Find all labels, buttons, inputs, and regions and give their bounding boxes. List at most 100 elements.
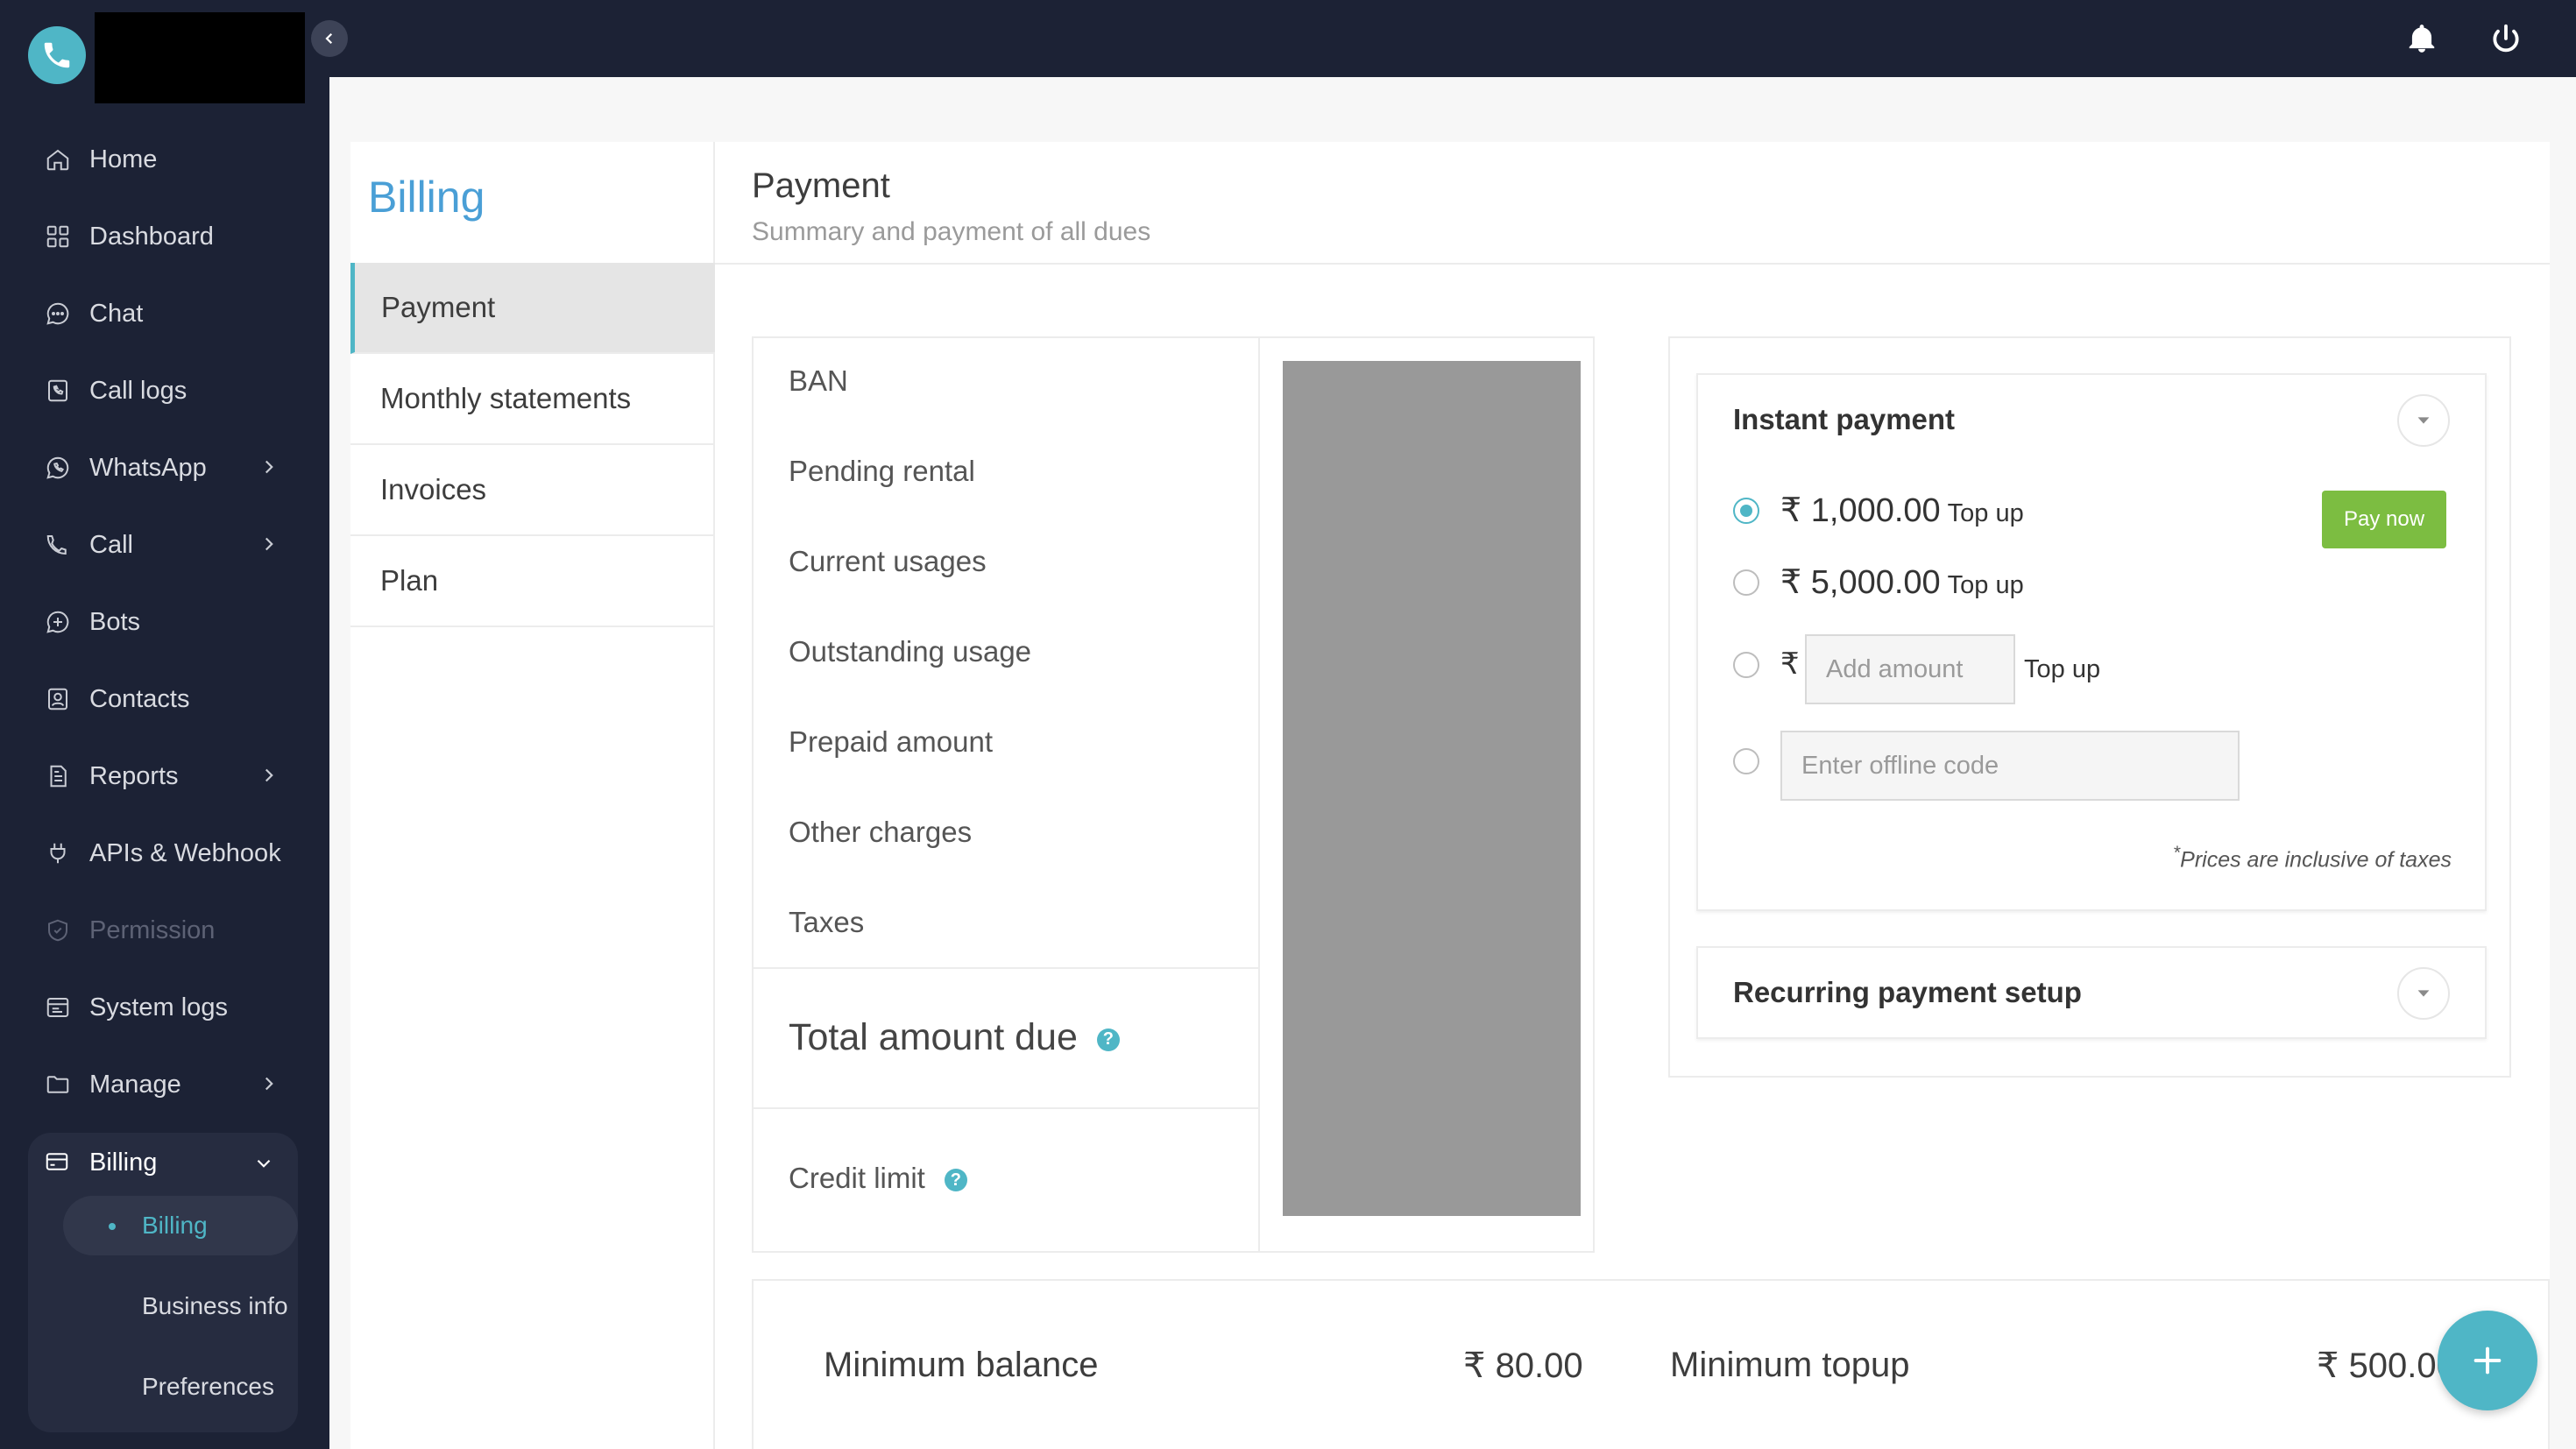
phone-logo-icon	[44, 42, 70, 68]
sidebar-item-label: Billing	[89, 1148, 158, 1177]
summary-divider	[754, 1107, 1258, 1109]
sidebar-item-system-logs[interactable]: System logs	[0, 969, 329, 1046]
custom-amount-radio[interactable]	[1733, 652, 1759, 678]
sidebar-item-dashboard[interactable]: Dashboard	[0, 198, 329, 275]
topup-5000-option: ₹ 5,000.00 Top up	[1780, 562, 2024, 602]
taxes-note: *Prices are inclusive of taxes	[2173, 843, 2452, 873]
sidebar-item-reports[interactable]: Reports	[0, 738, 329, 815]
note-asterisk: *	[2173, 843, 2181, 863]
chevron-down-icon	[257, 1159, 271, 1168]
instant-payment-toggle[interactable]	[2397, 394, 2450, 447]
minimum-topup-value: ₹ 500.00	[2317, 1347, 2456, 1385]
submenu-item-invoices[interactable]: Invoices	[350, 445, 715, 536]
sidebar-billing-group: Billing Billing Business info Preference…	[28, 1133, 298, 1432]
folder-icon	[44, 1071, 72, 1099]
total-amount-due-label: Total amount due	[789, 1016, 1078, 1058]
sidebar-subitem-label: Billing	[142, 1212, 208, 1239]
sidebar-item-permission[interactable]: Permission	[0, 892, 329, 969]
content-header: Payment Summary and payment of all dues	[715, 142, 2550, 265]
add-amount-input[interactable]: Add amount	[1805, 634, 2015, 704]
sidebar-item-apis-webhook[interactable]: APIs & Webhook	[0, 815, 329, 892]
sidebar-item-whatsapp[interactable]: WhatsApp	[0, 429, 329, 506]
pay-now-button[interactable]: Pay now	[2322, 491, 2446, 548]
sidebar-item-label: Manage	[89, 1070, 181, 1099]
sidebar-subitem-billing[interactable]: Billing	[63, 1196, 298, 1255]
payment-summary-table: BAN Pending rental Current usages Outsta…	[752, 336, 1595, 1253]
sidebar-subitem-label: Preferences	[142, 1373, 274, 1400]
logout-button[interactable]	[2487, 19, 2525, 58]
sidebar-item-chat[interactable]: Chat	[0, 275, 329, 352]
minimum-balance-value: ₹ 80.00	[1463, 1347, 1583, 1385]
sidebar-item-bots[interactable]: Bots	[0, 583, 329, 661]
plus-icon	[2473, 1347, 2502, 1375]
sidebar-item-label: Bots	[89, 607, 141, 636]
credit-limit-label: Credit limit	[789, 1162, 925, 1194]
sidebar-item-manage[interactable]: Manage	[0, 1046, 329, 1123]
sidebar-nav: Home Dashboard Chat Call logs WhatsApp C…	[0, 121, 329, 1123]
submenu-item-plan[interactable]: Plan	[350, 536, 715, 627]
brand-logo-redacted	[95, 12, 305, 103]
sidebar-subitem-business-info[interactable]: Business info	[61, 1276, 298, 1336]
sidebar: Home Dashboard Chat Call logs WhatsApp C…	[0, 0, 329, 1449]
plug-icon	[44, 839, 72, 867]
chevron-right-icon	[265, 768, 273, 782]
submenu-item-payment[interactable]: Payment	[350, 263, 715, 354]
summary-label-prepaid-amount: Prepaid amount	[789, 725, 993, 758]
recurring-payment-card[interactable]: Recurring payment setup	[1696, 946, 2487, 1039]
summary-label-current-usages: Current usages	[789, 545, 987, 577]
dashboard-icon	[44, 223, 72, 251]
sidebar-item-contacts[interactable]: Contacts	[0, 661, 329, 738]
reports-icon	[44, 762, 72, 790]
help-icon[interactable]: ?	[944, 1169, 967, 1192]
summary-column-divider	[1258, 338, 1260, 1251]
summary-label-ban: BAN	[789, 364, 848, 397]
chevron-right-icon	[265, 460, 273, 474]
notifications-button[interactable]	[2403, 19, 2441, 58]
help-icon[interactable]: ?	[1096, 1028, 1120, 1051]
sidebar-item-call-logs[interactable]: Call logs	[0, 352, 329, 429]
minimum-balance-label: Minimum balance	[824, 1346, 1099, 1384]
sidebar-subitem-preferences[interactable]: Preferences	[61, 1357, 298, 1417]
total-amount-due-row: Total amount due?	[789, 1016, 1120, 1059]
offline-code-input[interactable]: Enter offline code	[1780, 731, 2240, 801]
chevron-right-icon	[265, 1077, 273, 1091]
chat-icon	[44, 300, 72, 328]
summary-label-taxes: Taxes	[789, 906, 865, 938]
topup-1000-option: ₹ 1,000.00 Top up	[1780, 491, 2024, 530]
sidebar-item-call[interactable]: Call	[0, 506, 329, 583]
summary-divider	[754, 967, 1258, 969]
sidebar-item-home[interactable]: Home	[0, 121, 329, 198]
offline-code-radio[interactable]	[1733, 748, 1759, 774]
bell-icon	[2409, 25, 2435, 53]
app-logo[interactable]	[28, 26, 86, 84]
currency-symbol: ₹	[1780, 564, 1802, 601]
instant-payment-card: Instant payment ₹ 1,000.00 Top up Pay now…	[1696, 373, 2487, 911]
recurring-payment-toggle[interactable]	[2397, 967, 2450, 1020]
billing-submenu: Billing Payment Monthly statements Invoi…	[350, 142, 715, 1449]
taxes-note-text: Prices are inclusive of taxes	[2180, 847, 2452, 873]
sidebar-item-billing[interactable]: Billing	[28, 1133, 298, 1192]
add-fab-button[interactable]	[2438, 1311, 2537, 1410]
submenu-item-monthly-statements[interactable]: Monthly statements	[350, 354, 715, 445]
topup-label: Top up	[2024, 655, 2101, 683]
sidebar-item-label: System logs	[89, 993, 228, 1021]
sidebar-subitem-label: Business info	[142, 1292, 288, 1319]
collapse-sidebar-button[interactable]	[311, 20, 348, 57]
topup-5000-radio[interactable]	[1733, 569, 1759, 596]
system-logs-icon	[44, 993, 72, 1021]
page-title: Payment	[752, 166, 890, 205]
recurring-payment-title: Recurring payment setup	[1733, 976, 2082, 1008]
currency-symbol: ₹	[1780, 492, 1802, 529]
sidebar-item-label: Chat	[89, 299, 144, 328]
payment-options-panel: Instant payment ₹ 1,000.00 Top up Pay now…	[1668, 336, 2511, 1078]
call-logs-icon	[44, 377, 72, 405]
sidebar-item-label: Reports	[89, 761, 179, 790]
topup-1000-radio[interactable]	[1733, 498, 1759, 524]
sidebar-item-label: Call logs	[89, 376, 188, 405]
sidebar-item-label: Permission	[89, 915, 216, 944]
sidebar-item-label: Contacts	[89, 684, 190, 713]
sidebar-item-label: Call	[89, 530, 133, 559]
sidebar-item-label: WhatsApp	[89, 453, 207, 482]
credit-limit-row: Credit limit?	[789, 1162, 967, 1195]
chevron-right-icon	[265, 537, 273, 551]
